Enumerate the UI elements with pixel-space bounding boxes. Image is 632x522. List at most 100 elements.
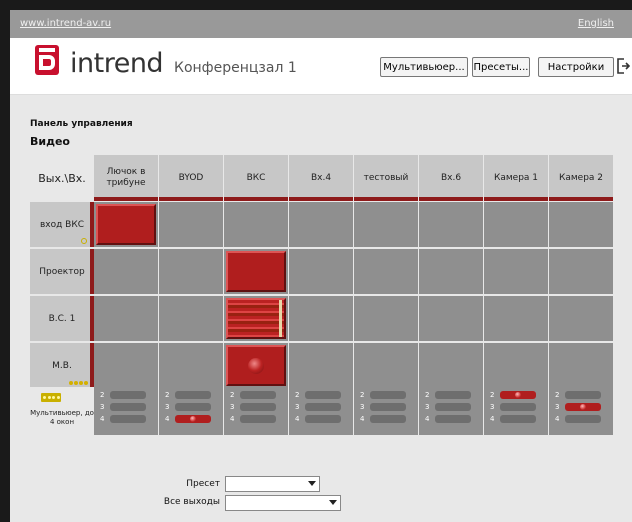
window-toggle[interactable] [435,415,471,423]
window-toggle[interactable] [370,403,406,411]
crosspoint-cell[interactable] [549,202,613,247]
window-toggle[interactable] [240,403,276,411]
preset-select[interactable] [225,476,320,492]
multiviewer-window-row[interactable]: 2 [100,391,156,400]
crosspoint-cell[interactable] [159,343,223,388]
crosspoint-cell[interactable] [484,296,548,341]
crosspoint-cell[interactable] [484,343,548,388]
multiviewer-button[interactable]: Мультивьюер... [380,57,468,77]
window-toggle[interactable] [500,403,536,411]
window-toggle[interactable] [240,391,276,399]
multiviewer-window-row[interactable]: 4 [165,415,221,424]
multiviewer-window-row[interactable]: 2 [295,391,351,400]
window-toggle[interactable] [175,403,211,411]
window-toggle-on[interactable] [500,391,536,399]
language-link[interactable]: English [578,18,614,29]
output-row-header[interactable]: Проектор [30,249,94,294]
crosspoint-cell[interactable] [419,343,483,388]
window-toggle[interactable] [110,415,146,423]
window-toggle[interactable] [565,391,601,399]
multiviewer-window-row[interactable]: 4 [230,415,286,424]
window-toggle[interactable] [110,403,146,411]
input-column-header[interactable]: Вх.6 [419,155,483,201]
crosspoint-cell[interactable] [94,202,158,247]
multiviewer-window-row[interactable]: 4 [100,415,156,424]
crosspoint-cell[interactable] [94,249,158,294]
window-toggle[interactable] [305,403,341,411]
all-outputs-select[interactable] [225,495,341,511]
multiviewer-window-row[interactable]: 3 [425,403,481,412]
crosspoint-cell[interactable] [159,202,223,247]
multiviewer-window-row[interactable]: 4 [295,415,351,424]
output-row-header[interactable]: М.В. [30,343,94,388]
settings-button[interactable]: Настройки [538,57,614,77]
crosspoint-cell[interactable] [224,249,288,294]
multiviewer-window-row[interactable]: 3 [230,403,286,412]
logout-icon[interactable] [616,57,630,75]
crosspoint-cell[interactable] [484,249,548,294]
input-column-header[interactable]: тестовый [354,155,418,201]
crosspoint-cell[interactable] [419,296,483,341]
multiviewer-window-row[interactable]: 4 [425,415,481,424]
window-toggle[interactable] [370,391,406,399]
crosspoint-cell[interactable] [419,202,483,247]
crosspoint-cell[interactable] [354,343,418,388]
window-toggle[interactable] [500,415,536,423]
multiviewer-window-row[interactable]: 3 [490,403,546,412]
multiviewer-window-row[interactable]: 2 [165,391,221,400]
crosspoint-cell[interactable] [549,343,613,388]
multiviewer-window-row[interactable]: 3 [100,403,156,412]
input-column-header[interactable]: Лючок в трибуне [94,155,158,201]
input-column-header[interactable]: Вх.4 [289,155,353,201]
multiviewer-window-row[interactable]: 2 [490,391,546,400]
presets-button[interactable]: Пресеты... [472,57,530,77]
crosspoint-cell[interactable] [289,249,353,294]
window-toggle[interactable] [305,391,341,399]
crosspoint-cell[interactable] [159,249,223,294]
input-column-header[interactable]: Камера 1 [484,155,548,201]
active-route[interactable] [226,298,286,339]
window-toggle[interactable] [305,415,341,423]
multiviewer-window-row[interactable]: 2 [360,391,416,400]
window-toggle[interactable] [435,391,471,399]
crosspoint-cell[interactable] [94,296,158,341]
output-row-header[interactable]: В.С. 1 [30,296,94,341]
crosspoint-cell[interactable] [289,202,353,247]
input-column-header[interactable]: ВКС [224,155,288,201]
multiviewer-window-row[interactable]: 4 [360,415,416,424]
crosspoint-cell[interactable] [224,296,288,341]
window-toggle-on[interactable] [175,415,211,423]
window-toggle[interactable] [435,403,471,411]
output-row-header[interactable]: вход ВКС [30,202,94,247]
input-column-header[interactable]: BYOD [159,155,223,201]
crosspoint-cell[interactable] [484,202,548,247]
multiviewer-window-row[interactable]: 3 [360,403,416,412]
crosspoint-cell[interactable] [549,296,613,341]
multiviewer-window-row[interactable]: 2 [555,391,611,400]
multiviewer-window-row[interactable]: 3 [555,403,611,412]
crosspoint-cell[interactable] [419,249,483,294]
crosspoint-cell[interactable] [354,249,418,294]
active-route[interactable] [96,204,156,245]
input-column-header[interactable]: Камера 2 [549,155,613,201]
crosspoint-cell[interactable] [354,202,418,247]
window-toggle[interactable] [110,391,146,399]
crosspoint-cell[interactable] [159,296,223,341]
crosspoint-cell[interactable] [549,249,613,294]
multiviewer-window-row[interactable]: 2 [425,391,481,400]
active-route[interactable] [226,251,286,292]
crosspoint-cell[interactable] [224,343,288,388]
active-route[interactable] [226,345,286,386]
window-toggle[interactable] [370,415,406,423]
multiviewer-window-row[interactable]: 3 [165,403,221,412]
multiviewer-window-row[interactable]: 4 [555,415,611,424]
crosspoint-cell[interactable] [94,343,158,388]
multiviewer-window-row[interactable]: 2 [230,391,286,400]
crosspoint-cell[interactable] [289,296,353,341]
window-toggle-on[interactable] [565,403,601,411]
crosspoint-cell[interactable] [289,343,353,388]
window-toggle[interactable] [240,415,276,423]
multiviewer-window-row[interactable]: 4 [490,415,546,424]
crosspoint-cell[interactable] [354,296,418,341]
multiviewer-window-row[interactable]: 3 [295,403,351,412]
